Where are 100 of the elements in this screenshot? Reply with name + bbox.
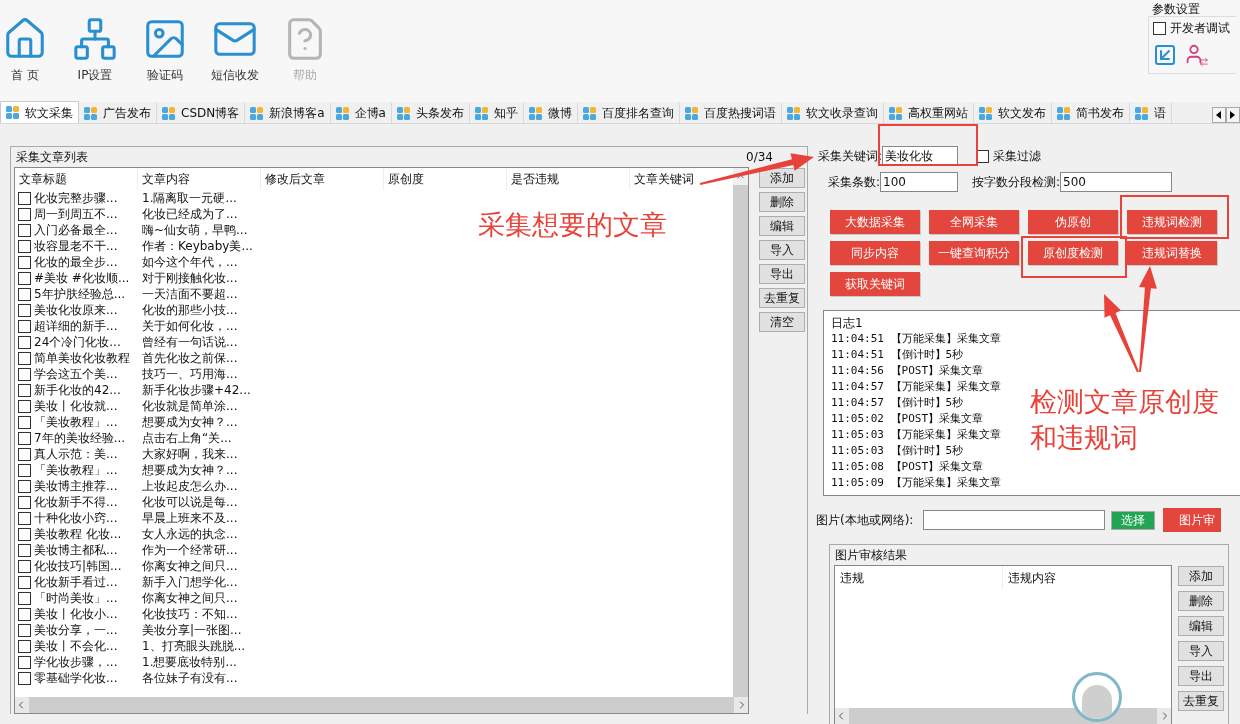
checkbox[interactable] (18, 543, 31, 557)
table-cell-text: 曾经有一句话说... (141, 334, 239, 350)
toolbar-button[interactable]: 验证码 (140, 16, 190, 84)
side-button[interactable]: 添加 (759, 168, 805, 188)
vertical-scrollbar[interactable] (733, 168, 748, 697)
table-cell: 真人示范：美... (34, 446, 118, 462)
table-cell-text: 女人永远的执念... (141, 526, 239, 542)
checkbox[interactable] (18, 655, 31, 669)
checkbox[interactable] (18, 191, 31, 205)
checkbox[interactable] (18, 223, 31, 237)
tab[interactable]: 软文采集 (0, 101, 79, 123)
checkbox[interactable] (18, 351, 31, 365)
side-button[interactable]: 删除 (759, 192, 805, 212)
column-header[interactable]: 是否违规 (507, 168, 630, 190)
side-button[interactable]: 去重复 (759, 288, 805, 308)
checkbox[interactable] (18, 527, 31, 541)
table-cell-text: 嗨~仙女萌，早鸭... (141, 222, 249, 238)
side-button[interactable]: 编辑 (1178, 616, 1224, 636)
group-title: 采集文章列表 (16, 149, 88, 166)
keyword-field[interactable]: 美妆化妆 (882, 146, 959, 166)
log-line: 11:05:03 【万能采集】采集文章 (831, 427, 1001, 443)
checkbox[interactable] (18, 447, 31, 461)
side-button[interactable]: 去重复 (1178, 691, 1224, 711)
toolbar-button[interactable]: 首 页 (0, 16, 50, 84)
checkbox[interactable] (18, 303, 31, 317)
side-button[interactable]: 清空 (759, 312, 805, 332)
column-header[interactable]: 违规 (835, 566, 1003, 590)
checkbox[interactable] (18, 559, 31, 573)
column-header[interactable]: 修改后文章 (261, 168, 384, 190)
checkbox[interactable] (18, 207, 31, 221)
action-button[interactable]: 获取关键词 (830, 272, 920, 296)
side-button[interactable]: 删除 (1178, 591, 1224, 611)
count-field[interactable]: 100 (880, 172, 959, 192)
table-cell: 24个冷门化妆... (34, 334, 121, 350)
side-button[interactable]: 导出 (1178, 666, 1224, 686)
column-header[interactable]: 文章标题 (15, 168, 138, 190)
image-path-field[interactable] (923, 510, 1106, 530)
checkbox[interactable] (18, 431, 31, 445)
action-button[interactable]: 大数据采集 (830, 210, 920, 234)
tiles-icon (978, 106, 992, 120)
checkbox[interactable] (18, 623, 31, 637)
checkbox[interactable] (18, 671, 31, 685)
column-header[interactable]: 原创度 (384, 168, 507, 190)
tab-scroll-right[interactable] (1226, 107, 1240, 123)
table-cell-text: 你离女神之间只... (141, 558, 239, 574)
segment-field[interactable]: 500 (1060, 172, 1173, 192)
checkbox[interactable] (18, 591, 31, 605)
side-button[interactable]: 导入 (759, 240, 805, 260)
side-button[interactable]: 导出 (759, 264, 805, 284)
checkbox[interactable] (18, 255, 31, 269)
column-header[interactable]: 违规内容 (1003, 566, 1171, 590)
checkbox[interactable] (18, 575, 31, 589)
checkbox[interactable] (18, 511, 31, 525)
table-cell: 美妆教程 化妆... (34, 526, 122, 542)
action-button[interactable]: 一键查询积分 (929, 241, 1019, 265)
checkbox[interactable] (1153, 21, 1166, 35)
toolbar-button[interactable]: 短信收发 (210, 16, 260, 84)
shrink-icon[interactable] (1153, 43, 1177, 67)
tiles-icon (474, 106, 488, 120)
table-cell-text: 对于刚接触化妆... (141, 270, 239, 286)
action-button[interactable]: 全网采集 (929, 210, 1019, 234)
checkbox[interactable] (18, 479, 31, 493)
table-cell-text: 一天洁面不要超... (141, 286, 239, 302)
side-button[interactable]: 添加 (1178, 566, 1224, 586)
side-button[interactable]: 编辑 (759, 216, 805, 236)
checkbox[interactable] (18, 383, 31, 397)
table-cell-text: 点击右上角“关... (141, 430, 233, 446)
table-cell: 十种化妆小窍... (34, 510, 118, 526)
checkbox[interactable] (18, 463, 31, 477)
checkbox[interactable] (18, 607, 31, 621)
checkbox[interactable] (18, 367, 31, 381)
checkbox[interactable] (18, 495, 31, 509)
table-cell: 美妆化妆原来... (34, 302, 118, 318)
checkbox[interactable] (18, 335, 31, 349)
toolbar-button[interactable]: IP设置 (70, 16, 120, 84)
side-button[interactable]: 导入 (1178, 641, 1224, 661)
checkbox[interactable] (18, 287, 31, 301)
table-cell: 周一到周五不... (34, 206, 118, 222)
log-line: 11:05:09 【万能采集】采集文章 (831, 475, 1001, 491)
checkbox[interactable] (18, 639, 31, 653)
log-line: 11:05:02 【POST】采集文章 (831, 411, 984, 427)
checkbox[interactable] (18, 239, 31, 253)
action-button[interactable]: 伪原创 (1028, 210, 1118, 234)
checkbox[interactable] (18, 415, 31, 429)
left-triangle-icon (1216, 111, 1222, 119)
action-button[interactable]: 违规词替换 (1127, 241, 1217, 265)
table-cell-text: 1、打亮眼头跳脱... (141, 638, 247, 654)
column-header[interactable]: 文章内容 (138, 168, 261, 190)
checkbox[interactable] (18, 319, 31, 333)
table-cell-text: 化妆可以说是每... (141, 494, 239, 510)
action-button[interactable]: 违规词检测 (1127, 210, 1217, 234)
tiles-icon (528, 106, 542, 120)
log-line: 11:04:56 【POST】采集文章 (831, 363, 984, 379)
checkbox[interactable] (18, 399, 31, 413)
network-icon (72, 16, 118, 62)
checkbox[interactable] (18, 271, 31, 285)
image-audit-button[interactable]: 图片审 (1163, 508, 1222, 532)
action-button[interactable]: 原创度检测 (1028, 241, 1118, 265)
tab-scroll-left[interactable] (1212, 107, 1226, 123)
action-button[interactable]: 同步内容 (830, 241, 920, 265)
